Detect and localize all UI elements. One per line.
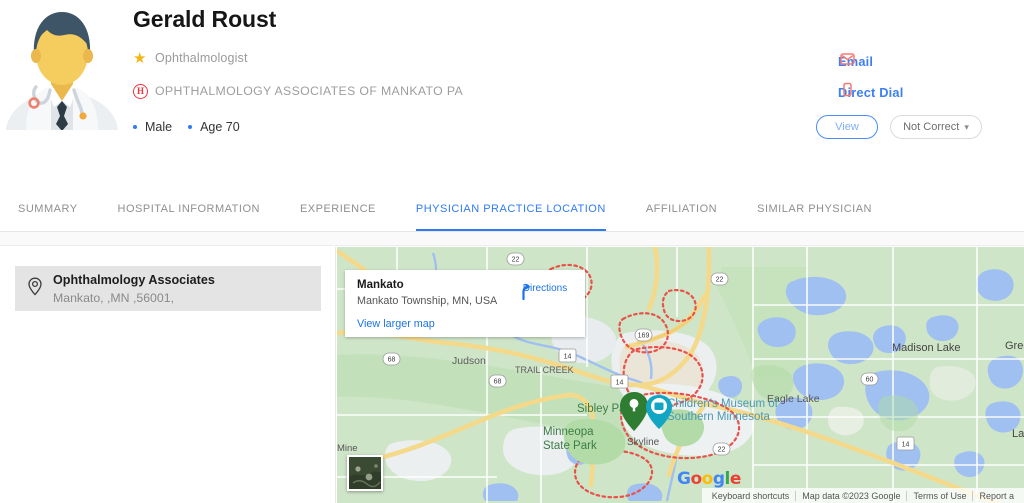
svg-text:22: 22: [512, 257, 520, 264]
star-icon: ★: [133, 49, 147, 67]
svg-text:14: 14: [564, 354, 572, 361]
map-info-card: Mankato Mankato Township, MN, USA View l…: [345, 270, 585, 337]
view-larger-map-link[interactable]: View larger map: [357, 318, 573, 330]
profile-header: Gerald Roust ★ Ophthalmologist H OPHTHAL…: [0, 0, 1024, 186]
svg-text:14: 14: [616, 380, 624, 387]
svg-text:Children's Museum of: Children's Museum of: [667, 398, 779, 410]
age-label: Age 70: [200, 120, 240, 134]
svg-text:Madison Lake: Madison Lake: [892, 342, 961, 354]
physician-profile-page: Gerald Roust ★ Ophthalmologist H OPHTHAL…: [0, 0, 1024, 503]
map-attribution-bar: Keyboard shortcuts Map data ©2023 Google…: [701, 488, 1024, 503]
specialty-label: Ophthalmologist: [155, 51, 248, 65]
map-data-copyright: Map data ©2023 Google: [795, 490, 906, 501]
bullet-icon: [188, 125, 193, 129]
email-action[interactable]: Email: [794, 50, 994, 72]
location-list-panel: Ophthalmology Associates Mankato, ,MN ,5…: [0, 247, 336, 503]
direct-dial-action[interactable]: Direct Dial: [794, 81, 994, 103]
map-place-subtitle: Mankato Township, MN, USA: [357, 295, 498, 307]
tab-separator-band: [0, 232, 1024, 246]
location-name: Ophthalmology Associates: [53, 272, 215, 287]
svg-text:60: 60: [866, 377, 874, 384]
organization-row: H OPHTHALMOLOGY ASSOCIATES OF MANKATO PA: [133, 82, 463, 100]
svg-text:68: 68: [494, 379, 502, 386]
header-button-row: View Not Correct ▾: [794, 115, 994, 139]
header-actions: Email Direct Dial View Not Correct ▾: [794, 50, 994, 139]
tab-similar-physician[interactable]: SIMILAR PHYSICIAN: [757, 186, 872, 231]
report-link[interactable]: Report a: [972, 490, 1020, 501]
location-address: Mankato, ,MN ,56001,: [53, 290, 174, 305]
keyboard-shortcuts-link[interactable]: Keyboard shortcuts: [706, 491, 796, 501]
svg-text:Mine: Mine: [337, 443, 358, 454]
hospital-h-icon: H: [133, 83, 155, 99]
svg-text:Lake Elysia: Lake Elysia: [1012, 428, 1024, 440]
terms-of-use-link[interactable]: Terms of Use: [906, 490, 972, 501]
svg-text:TRAIL CREEK: TRAIL CREEK: [515, 365, 574, 375]
tab-summary[interactable]: SUMMARY: [18, 186, 78, 231]
svg-text:Southern Minnesota: Southern Minnesota: [667, 411, 771, 423]
svg-text:14: 14: [902, 442, 910, 449]
list-item[interactable]: Ophthalmology Associates Mankato, ,MN ,5…: [15, 266, 321, 311]
svg-text:68: 68: [388, 357, 396, 364]
satellite-thumbnail-icon: [349, 457, 381, 489]
demographics-row: Male Age 70: [133, 120, 463, 134]
svg-text:169: 169: [638, 333, 650, 340]
gender-chip: Male: [133, 120, 172, 134]
avatar: [6, 4, 118, 130]
gender-label: Male: [145, 120, 173, 134]
map-pin-icon: [27, 277, 47, 301]
view-button[interactable]: View: [816, 115, 878, 139]
svg-text:State Park: State Park: [543, 440, 597, 452]
practice-location-content: Ophthalmology Associates Mankato, ,MN ,5…: [0, 247, 1024, 503]
mobile-phone-icon: [840, 82, 856, 102]
svg-text:22: 22: [716, 277, 724, 284]
tab-experience[interactable]: EXPERIENCE: [300, 186, 376, 231]
age-chip: Age 70: [188, 120, 240, 134]
specialty-row: ★ Ophthalmologist: [133, 49, 463, 67]
tab-affiliation[interactable]: AFFILIATION: [646, 186, 717, 231]
svg-text:Skyline: Skyline: [627, 437, 660, 448]
tab-physician-practice-location[interactable]: PHYSICIAN PRACTICE LOCATION: [415, 186, 606, 231]
svg-text:Greenland: Greenland: [1005, 340, 1024, 352]
directions-button[interactable]: Directions: [515, 282, 575, 300]
not-correct-label: Not Correct: [903, 121, 960, 133]
doctor-avatar-illustration: [6, 4, 118, 130]
not-correct-dropdown[interactable]: Not Correct ▾: [890, 115, 982, 139]
tab-bar: SUMMARY HOSPITAL INFORMATION EXPERIENCE …: [0, 186, 1024, 232]
organization-label: OPHTHALMOLOGY ASSOCIATES OF MANKATO PA: [155, 84, 464, 98]
bullet-icon: [133, 125, 137, 129]
identity-block: Gerald Roust ★ Ophthalmologist H OPHTHAL…: [133, 4, 463, 134]
satellite-view-toggle[interactable]: [347, 455, 383, 491]
svg-text:22: 22: [718, 447, 726, 454]
svg-text:Judson: Judson: [452, 355, 486, 367]
view-button-label: View: [835, 121, 859, 133]
google-map[interactable]: 68 68 14 14 169 22 22 60 14 Judson Eagle…: [337, 247, 1024, 503]
google-watermark: Google: [677, 469, 741, 489]
tab-hospital-information[interactable]: HOSPITAL INFORMATION: [118, 186, 260, 231]
page-title: Gerald Roust: [133, 6, 277, 32]
envelope-icon: [840, 52, 856, 70]
svg-text:Minneopa: Minneopa: [543, 426, 594, 438]
chevron-down-icon: ▾: [964, 121, 969, 132]
